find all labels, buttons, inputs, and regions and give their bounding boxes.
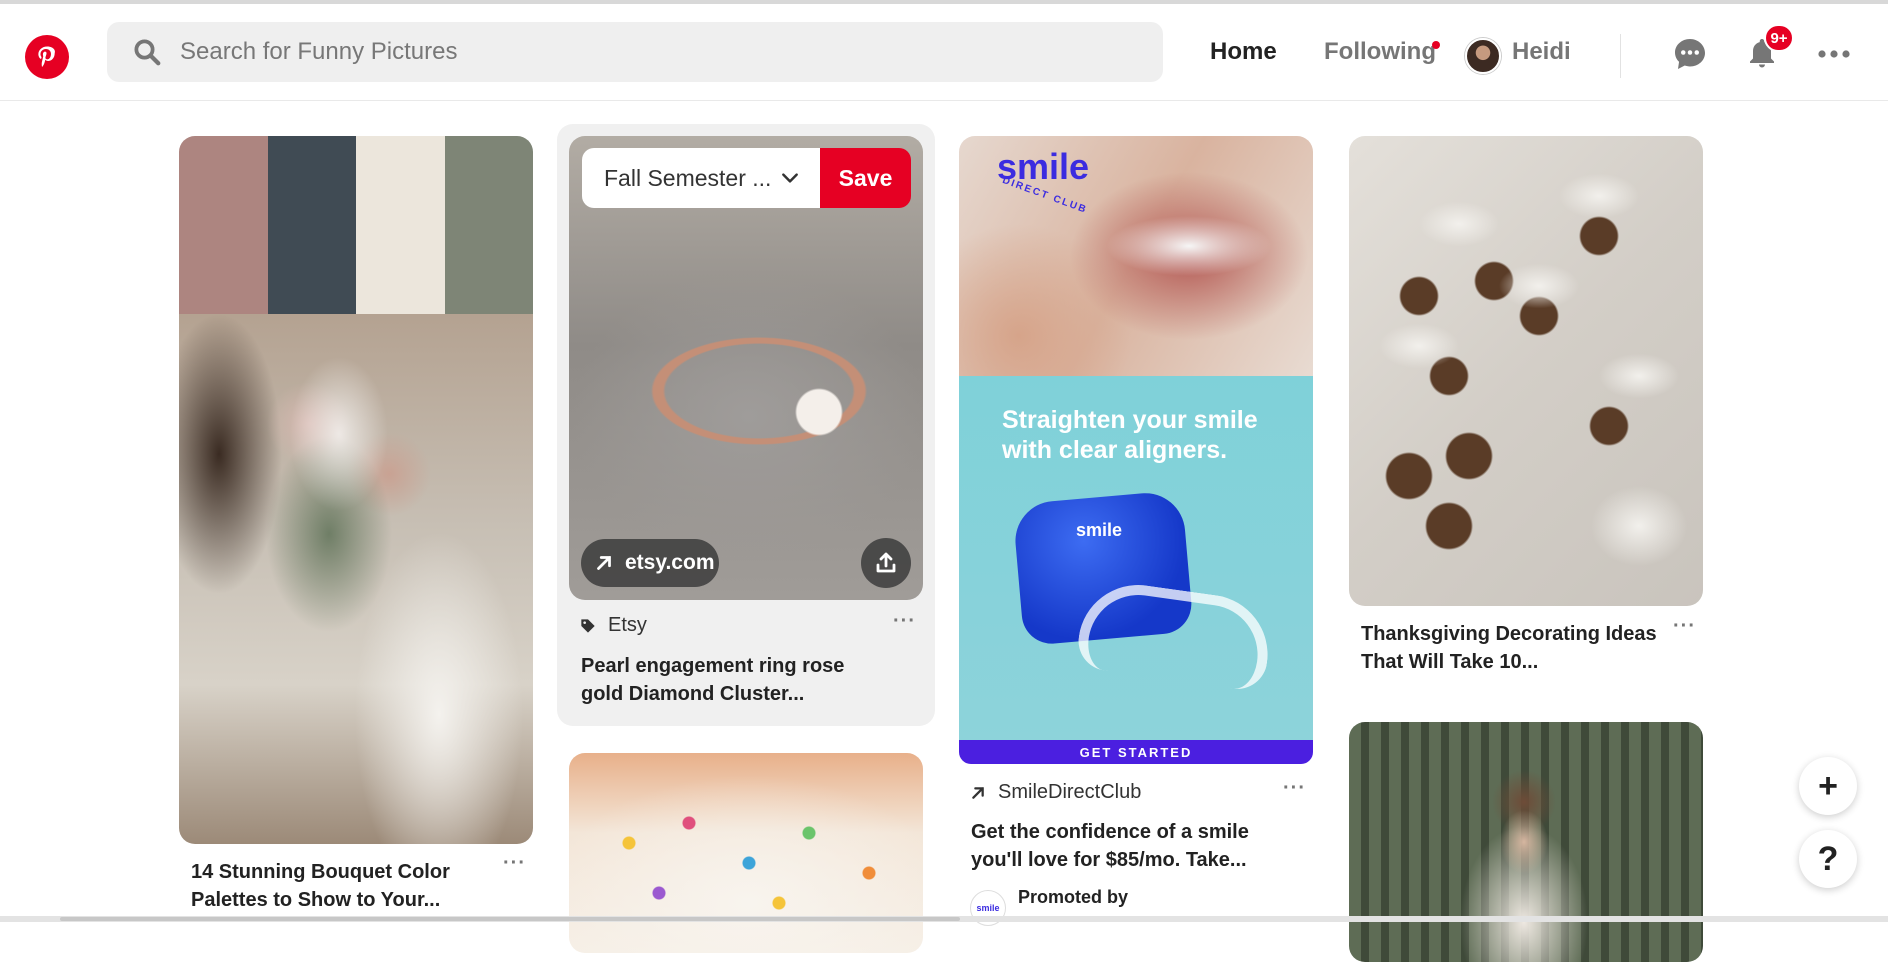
- cake-image[interactable]: [569, 753, 923, 953]
- promoted-by-label: Promoted by: [1018, 887, 1129, 907]
- nav-home-link[interactable]: Home: [1210, 38, 1277, 66]
- pin-title[interactable]: 14 Stunning Bouquet Color Palettes to Sh…: [191, 858, 491, 914]
- board-select-dropdown[interactable]: Fall Semester ...: [582, 148, 820, 208]
- arrow-up-right-icon: [972, 786, 984, 799]
- palette-swatch: [267, 136, 356, 314]
- horizontal-scrollbar[interactable]: [0, 916, 1888, 922]
- pin-title[interactable]: Thanksgiving Decorating Ideas That Will …: [1361, 620, 1681, 676]
- save-button[interactable]: Save: [820, 148, 911, 208]
- pin-source-label: SmileDirectClub: [998, 781, 1142, 803]
- pin-source-label: Etsy: [608, 614, 647, 636]
- pin-title-line: Get the confidence of a smile: [971, 821, 1249, 843]
- search-bar[interactable]: [107, 22, 1163, 82]
- pin-title[interactable]: Pearl engagement ring rose gold Diamond …: [581, 652, 881, 708]
- pin-title-line: you'll love for $85/mo. Take...: [971, 849, 1247, 871]
- notification-badge: 9+: [1764, 24, 1794, 52]
- pin-more-button[interactable]: ···: [1283, 777, 1306, 800]
- more-options-button[interactable]: [1814, 34, 1854, 74]
- pin-title-line: Pearl engagement ring rose: [581, 655, 845, 677]
- garden-portrait-image[interactable]: [1349, 722, 1703, 962]
- source-link-label: etsy.com: [625, 551, 715, 574]
- nav-divider: [1620, 34, 1621, 78]
- pin-title-line: gold Diamond Cluster...: [581, 683, 805, 705]
- pin-title-line: 14 Stunning Bouquet Color: [191, 861, 450, 883]
- ad-headline-line: with clear aligners.: [1002, 436, 1228, 464]
- pinterest-icon: [38, 46, 55, 67]
- get-started-button[interactable]: GET STARTED: [959, 740, 1313, 764]
- palette-swatch: [444, 136, 533, 314]
- pin-more-button[interactable]: ···: [893, 610, 916, 633]
- pin-source[interactable]: SmileDirectClub: [970, 781, 1141, 804]
- pin-title-line: That Will Take 10...: [1361, 651, 1539, 673]
- palette-swatch: [179, 136, 268, 314]
- palette-swatch: [356, 136, 445, 314]
- messages-button[interactable]: [1670, 34, 1710, 74]
- help-button[interactable]: ?: [1799, 830, 1857, 888]
- share-button[interactable]: [861, 538, 911, 588]
- pinterest-logo[interactable]: [25, 35, 69, 79]
- nav-following-link[interactable]: Following: [1324, 38, 1436, 66]
- aligner-case-brand: smile: [1076, 520, 1123, 540]
- ad-headline-line: Straighten your smile: [1002, 406, 1258, 434]
- pin-source[interactable]: Etsy: [580, 614, 647, 637]
- pin-more-button[interactable]: ···: [503, 852, 526, 875]
- top-nav-bar: Home Following Heidi 9+: [0, 4, 1888, 101]
- chat-icon: [1675, 39, 1705, 69]
- pin-title-line: Palettes to Show to Your...: [191, 889, 441, 911]
- scrollbar-thumb[interactable]: [60, 917, 960, 921]
- thanksgiving-tags-image[interactable]: [1349, 136, 1703, 606]
- pin-more-button[interactable]: ···: [1673, 615, 1696, 638]
- tag-icon: [581, 618, 595, 633]
- color-palette-image: [179, 136, 533, 314]
- board-select-label: Fall Semester ...: [604, 164, 772, 191]
- add-pin-button[interactable]: +: [1799, 757, 1857, 815]
- pin-title-line: Thanksgiving Decorating Ideas: [1361, 623, 1657, 645]
- chevron-down-icon: [782, 173, 798, 183]
- ad-headline: Straighten your smile with clear aligner…: [1002, 405, 1302, 465]
- nav-profile-link[interactable]: Heidi: [1512, 38, 1571, 66]
- arrow-up-right-icon: [597, 556, 611, 570]
- pin-title[interactable]: Get the confidence of a smile you'll lov…: [971, 818, 1291, 874]
- source-link-button[interactable]: etsy.com: [581, 539, 719, 587]
- avatar[interactable]: [1465, 38, 1501, 74]
- following-unread-dot: [1432, 41, 1440, 49]
- search-icon: [134, 39, 161, 66]
- bouquet-image[interactable]: [179, 314, 533, 844]
- more-icon: [1818, 50, 1850, 58]
- share-icon: [876, 552, 896, 573]
- search-input[interactable]: [180, 38, 1080, 66]
